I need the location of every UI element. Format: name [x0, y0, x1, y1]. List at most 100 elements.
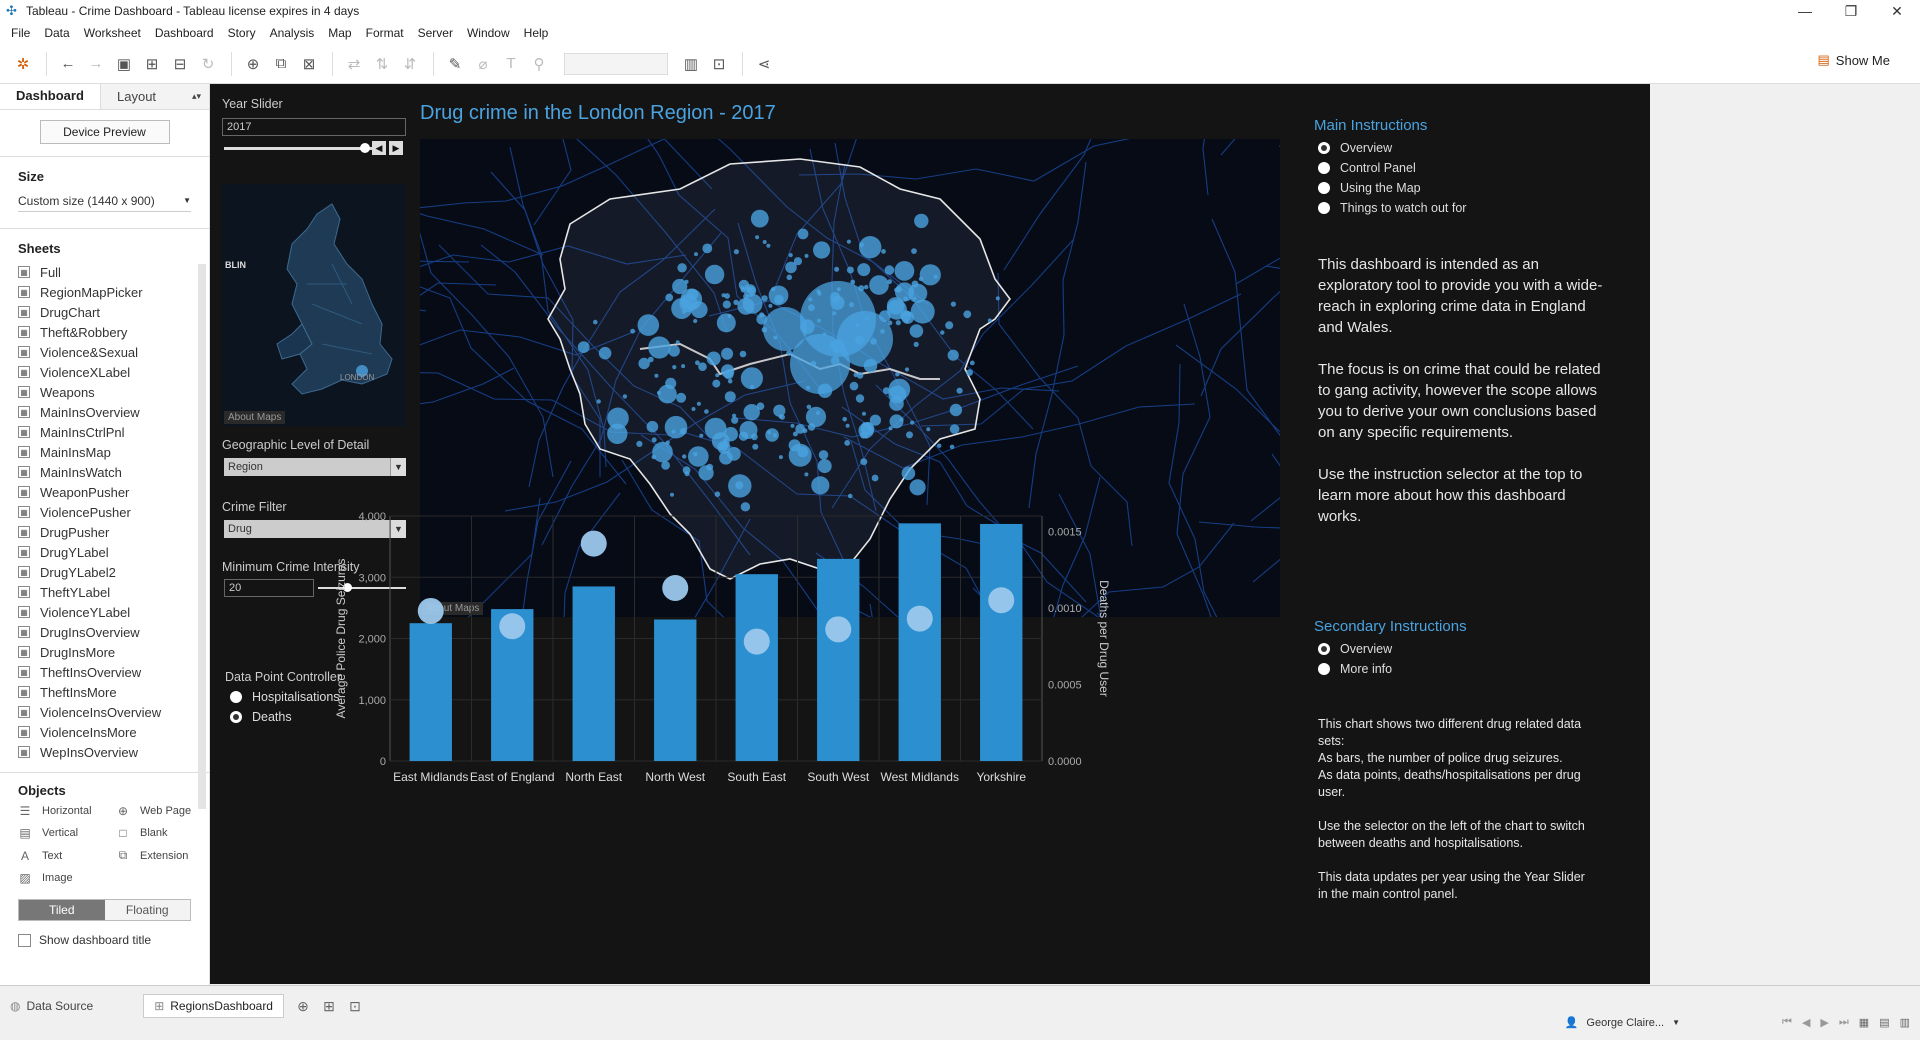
crime-point[interactable] [693, 452, 698, 457]
crime-point[interactable] [882, 387, 890, 395]
crime-point[interactable] [778, 455, 783, 460]
sort-asc-icon[interactable]: ⇅ [369, 51, 395, 77]
crime-point[interactable] [721, 347, 734, 360]
crime-point[interactable] [869, 414, 881, 426]
crime-point[interactable] [721, 293, 726, 298]
crime-point[interactable] [788, 443, 812, 467]
tab-dashboard[interactable]: Dashboard [0, 84, 100, 109]
crime-point[interactable] [871, 474, 879, 482]
crime-point[interactable] [712, 379, 721, 388]
chart-point[interactable] [906, 605, 933, 632]
crime-point[interactable] [695, 360, 700, 366]
prev-sheet-icon[interactable]: ◀ [1802, 1016, 1810, 1029]
menu-worksheet[interactable]: Worksheet [77, 26, 148, 40]
fit-select[interactable] [564, 52, 668, 75]
year-prev-button[interactable]: ◀ [372, 141, 386, 155]
crime-point[interactable] [731, 416, 739, 424]
sheet-item[interactable]: ▦ DrugYLabel [18, 542, 209, 562]
crime-point[interactable] [722, 300, 731, 309]
crime-point[interactable] [696, 401, 701, 406]
sheet-item[interactable]: ▦ MainInsCtrlPnl [18, 422, 209, 442]
crime-point[interactable] [894, 261, 915, 281]
crime-point[interactable] [834, 266, 840, 272]
minimize-button[interactable]: — [1782, 0, 1828, 22]
crime-point[interactable] [947, 349, 959, 361]
user-menu[interactable]: 👤 George Claire... ▼ [1565, 1016, 1680, 1030]
next-sheet-icon[interactable]: ▶ [1820, 1016, 1828, 1029]
crime-point[interactable] [904, 367, 910, 372]
menu-file[interactable]: File [4, 26, 37, 40]
crime-point[interactable] [910, 420, 915, 425]
crime-point[interactable] [704, 409, 709, 414]
crime-point[interactable] [849, 381, 859, 391]
crime-point[interactable] [630, 328, 635, 334]
sheet-item[interactable]: ▦ TheftInsMore [18, 682, 209, 702]
crime-point[interactable] [908, 283, 928, 303]
crime-point[interactable] [766, 243, 771, 248]
crime-point[interactable] [719, 451, 733, 465]
crime-point[interactable] [857, 263, 871, 277]
crime-point[interactable] [779, 414, 785, 420]
refresh-icon[interactable]: ↻ [195, 51, 221, 77]
crime-point[interactable] [596, 399, 601, 404]
crime-point[interactable] [906, 431, 913, 439]
sheet-item[interactable]: ▦ WepInsOverview [18, 742, 209, 762]
crime-point[interactable] [577, 341, 590, 353]
crime-point[interactable] [790, 423, 795, 428]
presentation-mode-icon[interactable]: ⊡ [706, 51, 732, 77]
chart-bar[interactable] [817, 558, 860, 761]
show-cards-icon[interactable]: ▥ [678, 51, 704, 77]
crime-point[interactable] [771, 287, 776, 292]
crime-point[interactable] [681, 364, 686, 369]
region-minimap[interactable]: BLIN LONDON About Maps [222, 184, 406, 426]
pin-icon[interactable]: ⚲ [526, 51, 552, 77]
year-input[interactable]: 2017 [222, 118, 406, 136]
new-worksheet-icon[interactable]: ⊕ [240, 51, 266, 77]
crime-point[interactable] [797, 228, 809, 240]
sheet-item[interactable]: ▦ TheftYLabel [18, 582, 209, 602]
crime-point[interactable] [654, 373, 659, 378]
crime-point[interactable] [881, 249, 886, 254]
crime-point[interactable] [691, 407, 696, 411]
swap-icon[interactable]: ⇄ [341, 51, 367, 77]
sheet-item[interactable]: ▦ ViolencePusher [18, 502, 209, 522]
crime-point[interactable] [949, 424, 960, 434]
menu-help[interactable]: Help [517, 26, 556, 40]
menu-dashboard[interactable]: Dashboard [148, 26, 221, 40]
chart-bar[interactable] [898, 523, 941, 761]
sheet-item[interactable]: ▦ DrugPusher [18, 522, 209, 542]
crime-point[interactable] [844, 440, 851, 446]
menu-map[interactable]: Map [321, 26, 358, 40]
crime-point[interactable] [638, 357, 650, 370]
menu-window[interactable]: Window [460, 26, 517, 40]
crime-point[interactable] [818, 450, 829, 460]
sheet-item[interactable]: ▦ RegionMapPicker [18, 282, 209, 302]
crime-point[interactable] [684, 471, 690, 477]
crime-point[interactable] [945, 321, 954, 330]
chart-bar[interactable] [409, 623, 452, 761]
crime-point[interactable] [855, 394, 865, 403]
crime-point[interactable] [704, 264, 725, 285]
year-slider-handle[interactable] [360, 143, 370, 153]
crime-point[interactable] [693, 318, 698, 324]
crime-point[interactable] [646, 420, 659, 433]
crime-point[interactable] [995, 296, 1000, 301]
first-sheet-icon[interactable]: ⏮ [1782, 1016, 1792, 1029]
crime-point[interactable] [888, 385, 907, 404]
chart-point[interactable] [499, 613, 526, 640]
new-dashboard-icon[interactable]: ⊞ [316, 994, 342, 1018]
sheet-item[interactable]: ▦ DrugInsOverview [18, 622, 209, 642]
group-icon[interactable]: ⌀ [470, 51, 496, 77]
back-icon[interactable]: ← [55, 51, 81, 77]
crime-point[interactable] [949, 444, 955, 450]
crime-point[interactable] [859, 236, 882, 259]
new-data-source-icon[interactable]: ⊞ [139, 51, 165, 77]
crime-point[interactable] [739, 421, 758, 439]
crime-point[interactable] [846, 239, 851, 244]
year-next-button[interactable]: ▶ [389, 141, 403, 155]
sheet-item[interactable]: ▦ MainInsOverview [18, 402, 209, 422]
crime-point[interactable] [747, 286, 756, 295]
crime-point[interactable] [937, 443, 942, 448]
radio-hospitalisations[interactable]: Hospitalisations [230, 690, 340, 704]
chart-bar[interactable] [735, 574, 778, 761]
